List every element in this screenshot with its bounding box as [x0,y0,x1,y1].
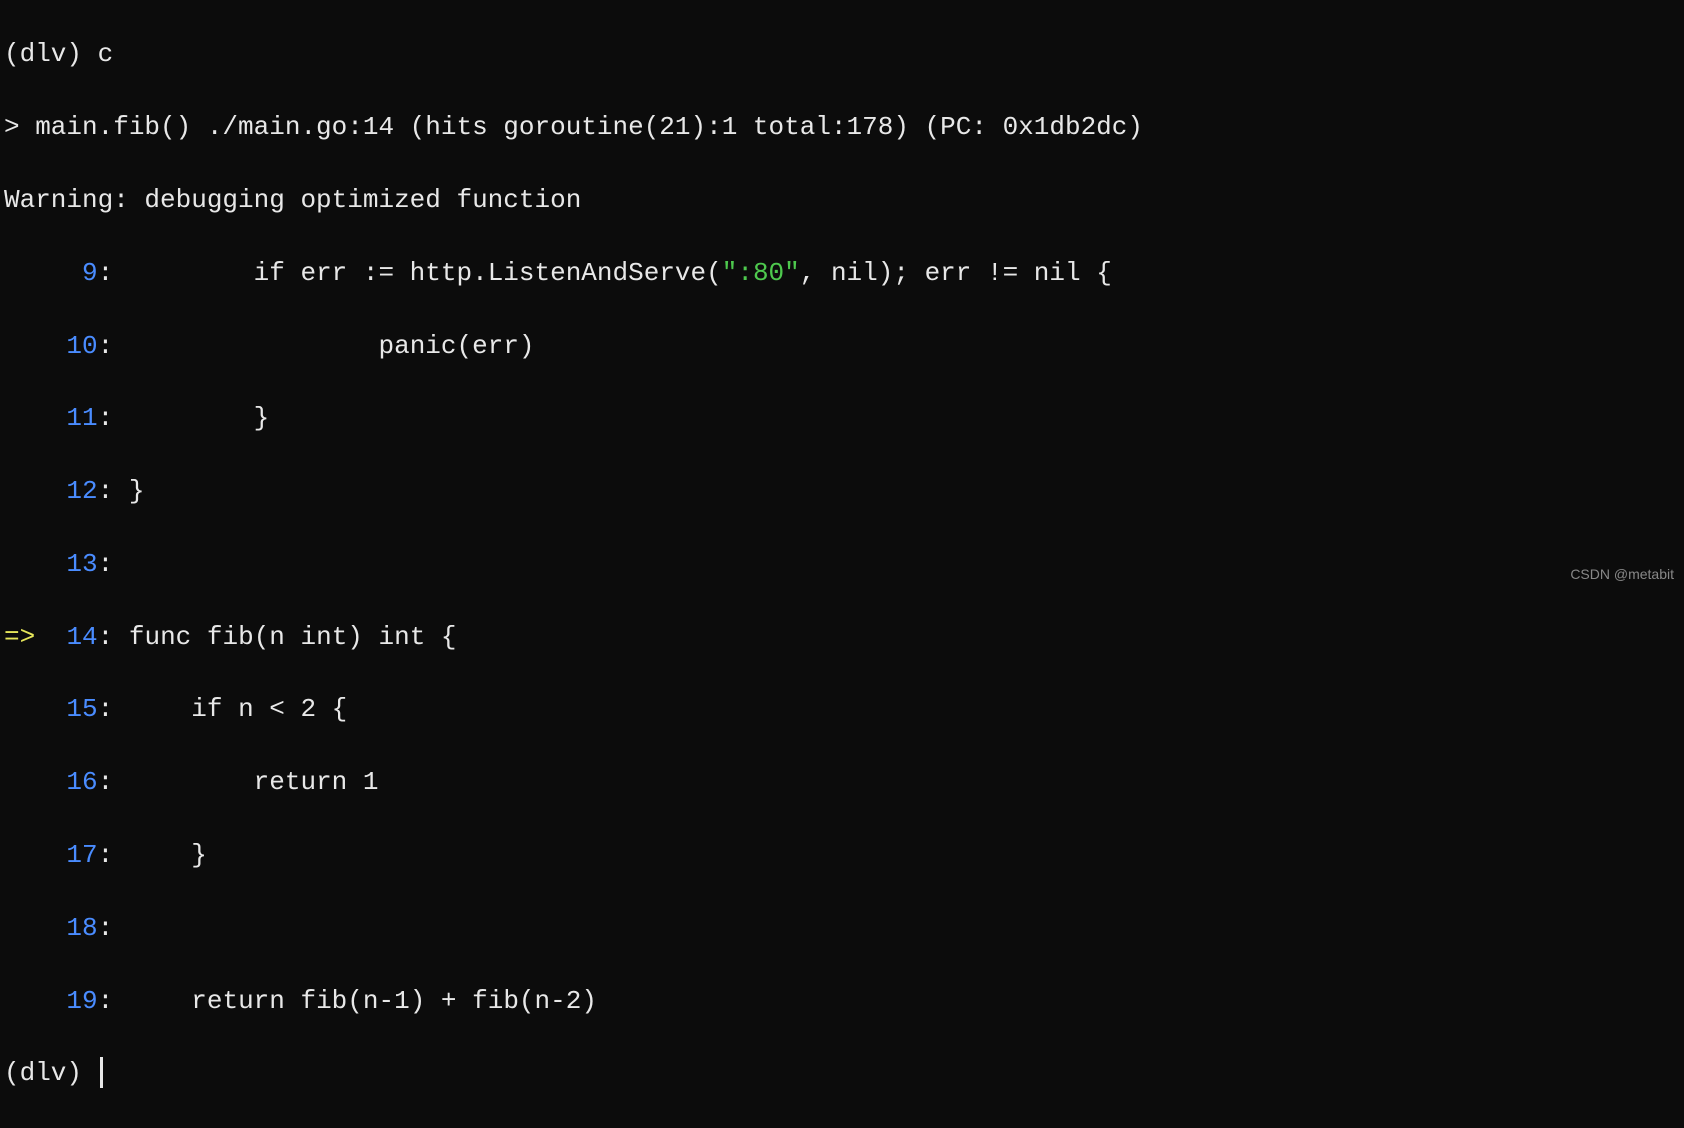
prompt-line: (dlv) c [4,36,1680,72]
source-line-12: 12: } [4,473,1680,509]
source-line-15: 15: if n < 2 { [4,691,1680,727]
warning-line: Warning: debugging optimized function [4,182,1680,218]
prompt-line-active[interactable]: (dlv) [4,1055,1680,1091]
breakpoint-hit-line: > main.fib() ./main.go:14 (hits goroutin… [4,109,1680,145]
source-line-18: 18: [4,910,1680,946]
cursor-icon [100,1057,103,1088]
terminal-output[interactable]: (dlv) c > main.fib() ./main.go:14 (hits … [0,0,1684,1128]
source-line-16: 16: return 1 [4,764,1680,800]
source-line-10: 10: panic(err) [4,328,1680,364]
source-line-14-current: => 14: func fib(n int) int { [4,619,1680,655]
watermark-text: CSDN @metabit [1570,565,1674,585]
current-line-arrow: => [4,622,35,652]
source-line-9: 9: if err := http.ListenAndServe(":80", … [4,255,1680,291]
source-line-11: 11: } [4,400,1680,436]
source-line-19: 19: return fib(n-1) + fib(n-2) [4,983,1680,1019]
source-line-17: 17: } [4,837,1680,873]
source-line-13: 13: [4,546,1680,582]
